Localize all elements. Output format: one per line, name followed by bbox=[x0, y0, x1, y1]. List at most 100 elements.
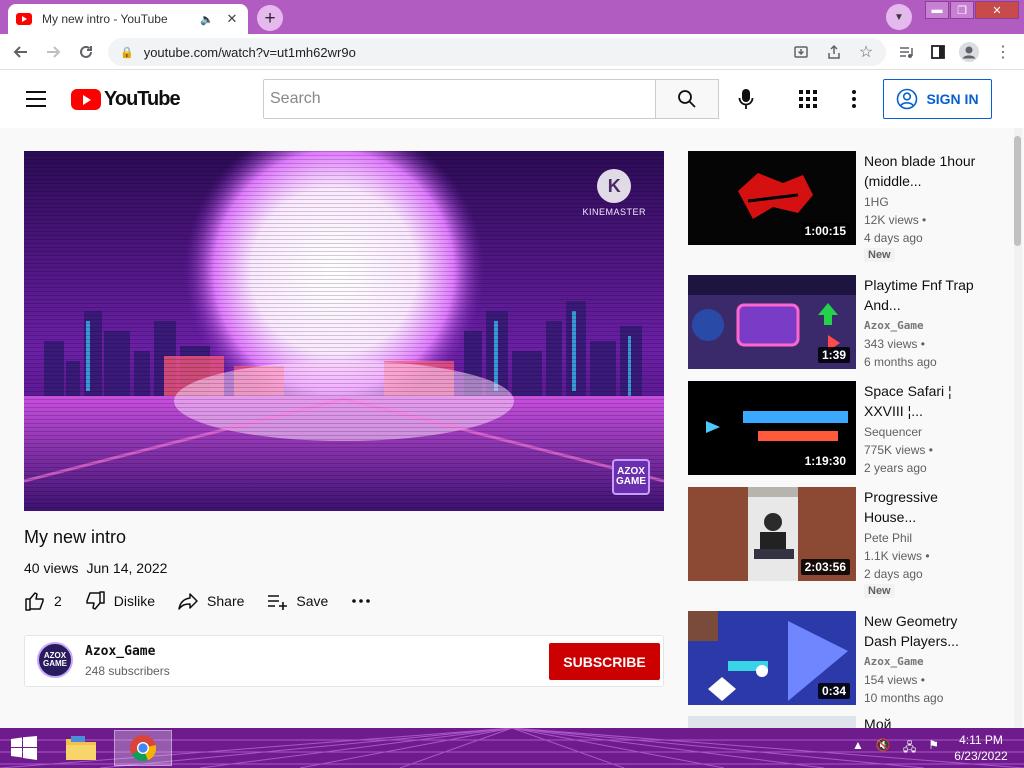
kinemaster-text: KINEMASTER bbox=[582, 207, 646, 217]
recommendation-views: 1.1K views • bbox=[864, 549, 930, 563]
sign-in-button[interactable]: SIGN IN bbox=[883, 79, 992, 119]
youtube-header: YouTube SIGN IN bbox=[0, 70, 1024, 128]
dislike-button[interactable]: Dislike bbox=[84, 590, 155, 612]
video-thumbnail[interactable]: 0:34 bbox=[688, 611, 856, 705]
windows-start-icon[interactable] bbox=[10, 736, 38, 760]
browser-tab-active[interactable]: My new intro - YouTube 🔈 ✕ bbox=[8, 4, 248, 34]
video-thumbnail[interactable]: 2:03:56 bbox=[688, 487, 856, 581]
video-thumbnail[interactable]: 1:39 bbox=[688, 275, 856, 369]
partial-thumbnail[interactable] bbox=[688, 716, 856, 728]
kinemaster-overlay: K KINEMASTER bbox=[582, 169, 646, 217]
video-thumbnail[interactable]: 1:19:30 bbox=[688, 381, 856, 475]
recommendation-age: 2 days ago bbox=[864, 567, 923, 581]
kinemaster-logo-icon: K bbox=[597, 169, 632, 203]
profile-avatar-icon[interactable] bbox=[958, 42, 980, 62]
chrome-taskbar-icon[interactable] bbox=[114, 730, 172, 766]
share-arrow-icon bbox=[178, 593, 198, 610]
youtube-wordmark: YouTube bbox=[104, 88, 181, 110]
recommendation-item[interactable]: 1:00:15 Neon blade 1hour (middle... 1HG … bbox=[688, 151, 1008, 262]
back-arrow-icon[interactable] bbox=[10, 42, 32, 62]
new-badge: New bbox=[864, 248, 895, 262]
action-center-icon[interactable]: ⚑ bbox=[928, 738, 939, 759]
recommendation-age: 6 months ago bbox=[864, 355, 937, 369]
add-to-playlist-icon bbox=[268, 595, 288, 610]
channel-name[interactable]: Azox_Game bbox=[85, 644, 155, 659]
reload-icon[interactable] bbox=[75, 42, 97, 62]
show-hidden-icons-icon[interactable]: ▲ bbox=[852, 738, 864, 759]
recommendation-channel[interactable]: Azox_Game bbox=[864, 319, 924, 332]
channel-watermark[interactable]: AZOX GAME bbox=[612, 459, 650, 495]
more-actions-button[interactable] bbox=[350, 590, 372, 612]
maximize-button[interactable]: ❐ bbox=[950, 1, 974, 19]
recommendation-channel[interactable]: Sequencer bbox=[864, 425, 922, 439]
video-thumbnail[interactable]: 1:00:15 bbox=[688, 151, 856, 245]
recommendation-title[interactable]: Space Safari ¦ XXVIII ¦... bbox=[864, 381, 984, 421]
video-meta: 40 views Jun 14, 2022 bbox=[24, 560, 167, 576]
video-actions: 2 Dislike Share Save bbox=[24, 588, 394, 614]
settings-more-icon[interactable] bbox=[846, 87, 862, 111]
save-label: Save bbox=[296, 593, 329, 609]
apps-grid-icon[interactable] bbox=[796, 87, 820, 111]
recommendation-views: 12K views • bbox=[864, 213, 927, 227]
recommendation-channel[interactable]: Pete Phil bbox=[864, 531, 912, 545]
search-button[interactable] bbox=[655, 79, 719, 119]
channel-avatar[interactable]: AZOX GAME bbox=[37, 642, 73, 678]
windows-taskbar: ▲ 🔇 🖧 ⚑ 4:11 PM 6/23/2022 bbox=[0, 728, 1024, 768]
close-tab-icon[interactable]: ✕ bbox=[224, 11, 240, 27]
recommendation-item[interactable]: 1:39 Playtime Fnf Trap And... Azox_Game … bbox=[688, 275, 1008, 371]
youtube-logo[interactable]: YouTube bbox=[71, 88, 181, 111]
share-button[interactable]: Share bbox=[177, 590, 244, 612]
speaker-icon[interactable]: 🔈 bbox=[200, 13, 214, 26]
url-text[interactable]: youtube.com/watch?v=ut1mh62wr9o bbox=[144, 45, 356, 60]
thumbs-up-icon bbox=[25, 592, 44, 611]
search-input[interactable] bbox=[263, 79, 656, 119]
recommendation-channel[interactable]: 1HG bbox=[864, 195, 889, 209]
video-duration: 2:03:56 bbox=[800, 559, 850, 575]
new-tab-button[interactable]: + bbox=[257, 5, 283, 31]
recommendation-title[interactable]: Progressive House... bbox=[864, 487, 984, 527]
upload-date: Jun 14, 2022 bbox=[86, 560, 168, 576]
address-bar[interactable]: 🔒 youtube.com/watch?v=ut1mh62wr9o bbox=[108, 38, 886, 66]
recommendation-views: 775K views • bbox=[864, 443, 933, 457]
close-window-button[interactable]: ✕ bbox=[975, 1, 1019, 19]
recommendation-channel[interactable]: Azox_Game bbox=[864, 655, 924, 668]
clock-time: 4:11 PM bbox=[959, 733, 1003, 747]
install-app-icon[interactable] bbox=[790, 42, 812, 62]
thumbs-down-icon bbox=[86, 591, 105, 610]
video-duration: 1:19:30 bbox=[800, 453, 850, 469]
file-explorer-taskbar-icon[interactable] bbox=[52, 730, 110, 766]
recommendation-age: 4 days ago bbox=[864, 231, 923, 245]
network-icon[interactable]: 🖧 bbox=[903, 738, 916, 759]
recommendation-title[interactable]: New Geometry Dash Players... bbox=[864, 611, 984, 651]
video-player[interactable]: K KINEMASTER AZOX GAME bbox=[24, 151, 664, 511]
recommendation-item[interactable]: 1:19:30 Space Safari ¦ XXVIII ¦... Seque… bbox=[688, 381, 1008, 477]
minimize-button[interactable]: ▬ bbox=[925, 1, 949, 19]
new-badge: New bbox=[864, 584, 895, 598]
youtube-play-logo-icon bbox=[71, 89, 101, 110]
recommendation-title[interactable]: Neon blade 1hour (middle... bbox=[864, 151, 984, 191]
recommendation-item[interactable]: 2:03:56 Progressive House... Pete Phil 1… bbox=[688, 487, 1008, 598]
forward-arrow-icon[interactable] bbox=[42, 42, 64, 62]
voice-search-mic-icon[interactable] bbox=[734, 87, 758, 111]
taskbar-clock[interactable]: 4:11 PM 6/23/2022 bbox=[950, 732, 1012, 764]
tab-title: My new intro - YouTube bbox=[42, 12, 168, 26]
subscribe-button[interactable]: SUBSCRIBE bbox=[549, 643, 660, 680]
youtube-favicon-icon bbox=[16, 13, 32, 25]
tab-search-button[interactable]: ▼ bbox=[886, 4, 912, 30]
browser-menu-icon[interactable]: ⋮ bbox=[992, 42, 1014, 62]
like-button[interactable]: 2 bbox=[24, 590, 62, 612]
hamburger-menu-icon[interactable] bbox=[26, 91, 46, 107]
recommendation-title[interactable]: Playtime Fnf Trap And... bbox=[864, 275, 984, 315]
volume-muted-icon[interactable]: 🔇 bbox=[876, 738, 891, 759]
page-scrollbar-thumb[interactable] bbox=[1014, 136, 1021, 246]
recommendation-views: 154 views • bbox=[864, 673, 925, 687]
save-button[interactable]: Save bbox=[266, 590, 328, 612]
lock-icon[interactable]: 🔒 bbox=[120, 46, 134, 59]
bookmark-star-icon[interactable]: ☆ bbox=[855, 42, 877, 62]
avatar-line-2: GAME bbox=[43, 659, 67, 668]
media-control-icon[interactable] bbox=[895, 42, 917, 62]
video-duration: 1:39 bbox=[817, 347, 850, 363]
share-page-icon[interactable] bbox=[823, 42, 845, 62]
recommendation-item[interactable]: 0:34 New Geometry Dash Players... Azox_G… bbox=[688, 611, 1008, 707]
side-panel-icon[interactable] bbox=[927, 42, 949, 62]
